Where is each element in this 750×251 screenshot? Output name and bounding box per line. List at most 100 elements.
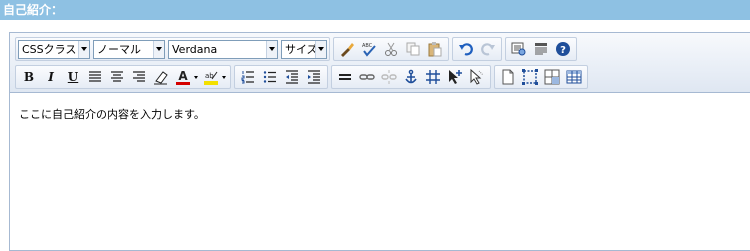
grid-icon — [426, 70, 440, 84]
eraser-button[interactable] — [151, 67, 171, 87]
chevron-down-icon[interactable] — [193, 67, 199, 87]
editor-content-area[interactable]: ここに自己紹介の内容を入力します。 — [10, 94, 750, 251]
cut-button[interactable] — [381, 39, 401, 59]
spell-check-button[interactable]: ABC — [359, 39, 379, 59]
align-center-button[interactable] — [107, 67, 127, 87]
insert-link-button[interactable] — [357, 67, 377, 87]
paragraph-format-dropdown[interactable]: ノーマル — [93, 39, 165, 59]
help-button[interactable]: ? — [553, 39, 573, 59]
text-style-group: B I U A ab — [15, 65, 231, 89]
highlight-button[interactable]: ab — [201, 67, 221, 87]
insert-div-button[interactable] — [520, 67, 540, 87]
justify-button[interactable] — [85, 67, 105, 87]
history-group — [452, 37, 502, 61]
table-properties-button[interactable] — [564, 67, 584, 87]
view-group: ? — [505, 37, 577, 61]
section-title: 自己紹介： — [0, 0, 750, 20]
eraser-icon — [154, 71, 168, 85]
outdent-button[interactable] — [282, 67, 302, 87]
editor-text: ここに自己紹介の内容を入力します。 — [19, 108, 205, 121]
chevron-down-icon[interactable] — [221, 67, 227, 87]
edit-group: ABC — [333, 37, 449, 61]
bulleted-list-button[interactable] — [260, 67, 280, 87]
font-color-button[interactable]: A — [173, 67, 193, 87]
help-icon: ? — [556, 42, 570, 56]
font-size-value: サイズ — [285, 42, 315, 56]
outdent-icon — [286, 70, 298, 84]
cursor-icon — [470, 69, 484, 85]
chevron-down-icon[interactable] — [78, 40, 89, 58]
layout-group — [494, 65, 588, 89]
editor-toolbar: CSSクラス ノーマル Verdana サイズ ABC ? B I U A ab — [10, 33, 750, 93]
rich-text-editor: CSSクラス ノーマル Verdana サイズ ABC ? B I U A ab… — [9, 32, 750, 251]
font-size-dropdown[interactable]: サイズ — [281, 39, 327, 59]
bold-button[interactable]: B — [19, 67, 39, 87]
format-stripper-button[interactable] — [337, 39, 357, 59]
copy-icon — [406, 42, 420, 56]
cell-icon — [544, 69, 560, 85]
table-icon — [566, 70, 582, 84]
toolbar-row-2: B I U A ab — [15, 65, 591, 89]
highlight-icon: ab — [204, 71, 218, 85]
dropdown-group: CSSクラス ノーマル Verdana サイズ — [15, 37, 330, 61]
horizontal-rule-button[interactable] — [335, 67, 355, 87]
template-button[interactable] — [531, 39, 551, 59]
document-icon — [502, 69, 514, 85]
preview-icon — [511, 42, 526, 56]
svg-text:A: A — [178, 69, 188, 83]
remove-link-button[interactable] — [379, 67, 399, 87]
align-right-button[interactable] — [129, 67, 149, 87]
toolbar-row-1: CSSクラス ノーマル Verdana サイズ ABC ? — [15, 37, 580, 61]
template-icon — [535, 43, 547, 55]
italic-button[interactable]: I — [41, 67, 61, 87]
undo-button[interactable] — [456, 39, 476, 59]
cursor-add-icon — [449, 70, 462, 84]
spell-check-icon: ABC — [362, 43, 376, 57]
insert-image-button[interactable] — [445, 67, 465, 87]
link-icon — [359, 74, 375, 80]
brush-icon — [341, 43, 354, 57]
preview-button[interactable] — [509, 39, 529, 59]
anchor-icon — [405, 69, 417, 84]
css-class-value: CSSクラス — [22, 42, 77, 56]
font-name-dropdown[interactable]: Verdana — [168, 39, 278, 59]
highlight-color-picker[interactable]: ab — [201, 67, 227, 87]
css-class-dropdown[interactable]: CSSクラス — [18, 39, 90, 59]
insert-table-button[interactable] — [423, 67, 443, 87]
cell-properties-button[interactable] — [542, 67, 562, 87]
font-color-picker[interactable]: A — [173, 67, 199, 87]
unlink-icon — [381, 70, 397, 84]
indent-icon — [308, 70, 320, 84]
numbered-list-button[interactable] — [238, 67, 258, 87]
scissors-icon — [385, 42, 397, 56]
svg-text:?: ? — [560, 45, 566, 56]
chevron-down-icon[interactable] — [153, 40, 164, 58]
align-right-icon — [133, 71, 145, 82]
svg-text:ab: ab — [205, 72, 214, 80]
paste-button[interactable] — [425, 39, 445, 59]
numbered-list-icon — [241, 71, 254, 84]
dashed-box-icon — [522, 69, 538, 85]
redo-button[interactable] — [478, 39, 498, 59]
bulleted-list-icon — [263, 71, 276, 83]
align-center-icon — [111, 71, 123, 82]
chevron-down-icon[interactable] — [266, 40, 277, 58]
svg-text:ABC: ABC — [362, 43, 373, 49]
insert-group — [331, 65, 491, 89]
redo-icon — [481, 43, 495, 56]
undo-icon — [459, 43, 473, 56]
list-group — [234, 65, 328, 89]
anchor-button[interactable] — [401, 67, 421, 87]
indent-button[interactable] — [304, 67, 324, 87]
font-name-value: Verdana — [172, 42, 218, 56]
font-color-icon: A — [176, 69, 190, 85]
chevron-down-icon[interactable] — [315, 40, 326, 58]
new-document-button[interactable] — [498, 67, 518, 87]
align-justify-icon — [89, 71, 101, 82]
paragraph-format-value: ノーマル — [97, 42, 141, 56]
underline-button[interactable]: U — [63, 67, 83, 87]
horizontal-rule-icon — [339, 74, 351, 80]
select-element-button[interactable] — [467, 67, 487, 87]
paste-icon — [428, 42, 442, 57]
copy-button[interactable] — [403, 39, 423, 59]
